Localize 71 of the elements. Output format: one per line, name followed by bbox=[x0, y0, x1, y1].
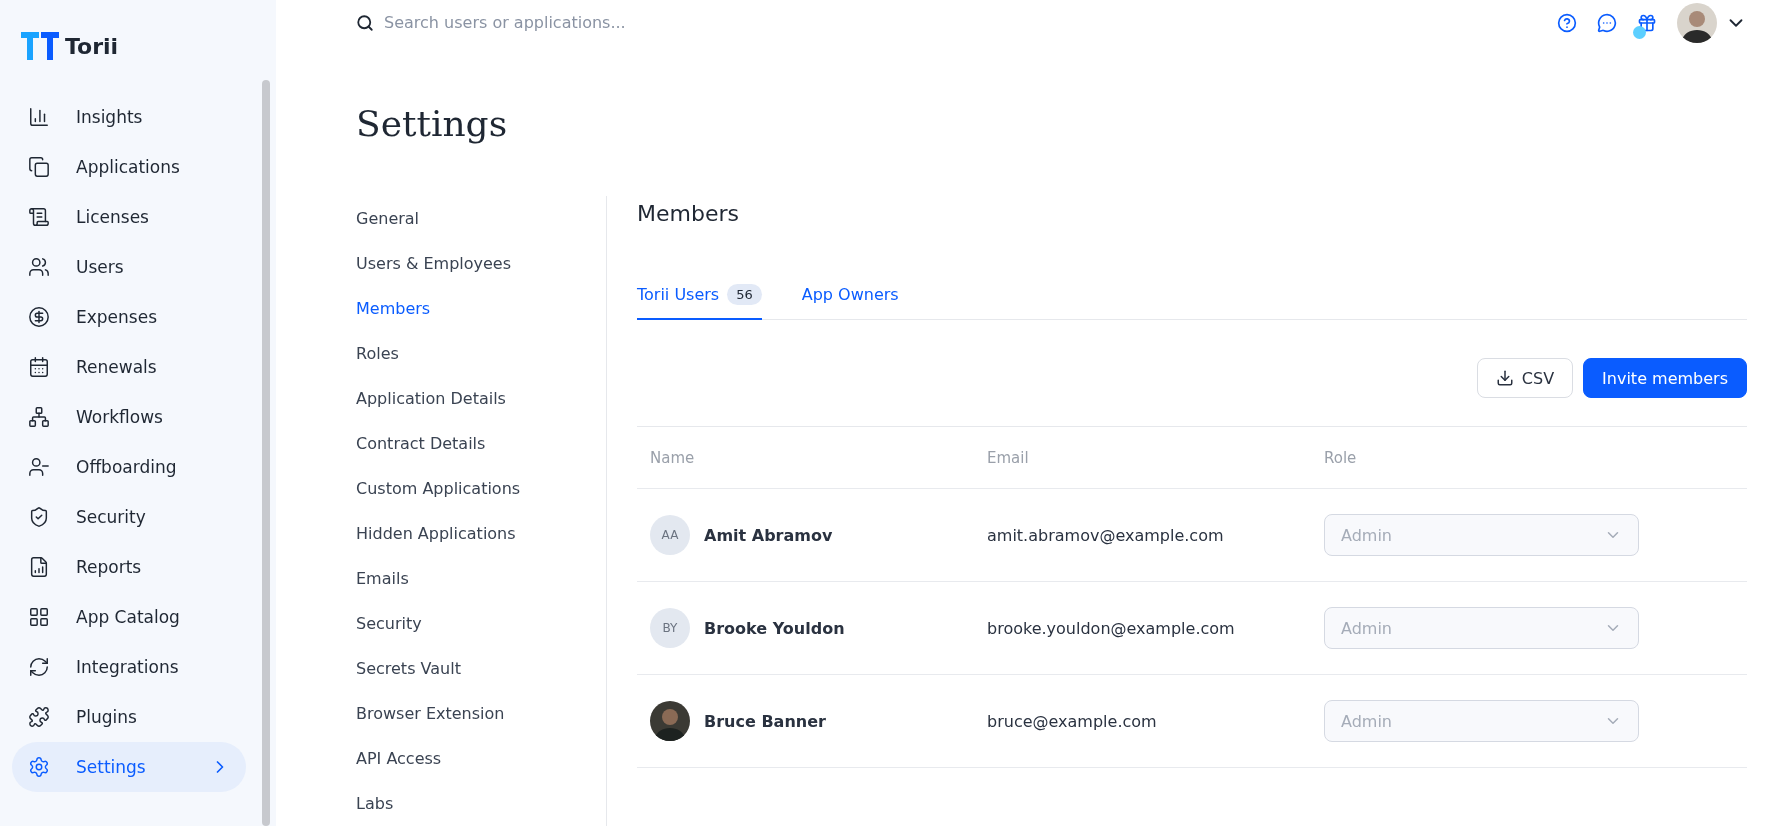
settings-nav-item[interactable]: Hidden Applications bbox=[356, 511, 606, 556]
calendar-icon bbox=[28, 356, 50, 378]
settings-nav-item[interactable]: Labs bbox=[356, 781, 606, 826]
search-field[interactable]: Search users or applications... bbox=[382, 12, 742, 33]
sidebar-item[interactable]: Expenses bbox=[12, 292, 246, 342]
settings-nav-item[interactable]: Emails bbox=[356, 556, 606, 601]
refresh-icon bbox=[28, 656, 50, 678]
sidebar-item[interactable]: Insights bbox=[12, 92, 246, 142]
network-icon bbox=[28, 406, 50, 428]
initials-avatar: BY bbox=[650, 608, 690, 648]
tab[interactable]: Torii Users 56 bbox=[637, 270, 762, 320]
sidebar-item[interactable]: Workflows bbox=[12, 392, 246, 442]
column-header: Role bbox=[1324, 448, 1358, 467]
page-title: Settings bbox=[356, 103, 509, 144]
scroll-icon bbox=[28, 206, 50, 228]
users-icon bbox=[28, 256, 50, 278]
sidebar-item[interactable]: App Catalog bbox=[12, 592, 246, 642]
settings-nav-item[interactable]: Members bbox=[356, 286, 606, 331]
column-header: Name bbox=[650, 448, 696, 467]
sidebar-item[interactable]: Integrations bbox=[12, 642, 246, 692]
settings-nav-item[interactable]: Roles bbox=[356, 331, 606, 376]
puzzle-icon bbox=[28, 706, 50, 728]
settings-nav-item[interactable]: Browser Extension bbox=[356, 691, 606, 736]
grid-icon bbox=[28, 606, 50, 628]
csv-button[interactable]: CSV bbox=[1476, 358, 1574, 398]
settings-icon bbox=[28, 756, 50, 778]
member-name: Bruce Banner bbox=[704, 711, 826, 731]
download-icon bbox=[1495, 369, 1514, 387]
search-icon bbox=[356, 13, 374, 32]
tab[interactable]: App Owners bbox=[801, 270, 899, 320]
scrollbar[interactable] bbox=[262, 80, 270, 826]
sidebar-item[interactable]: Offboarding bbox=[12, 442, 246, 492]
settings-nav-item[interactable]: Users & Employees bbox=[356, 241, 606, 286]
sidebar-item[interactable]: Renewals bbox=[12, 342, 246, 392]
sidebar-item[interactable]: Applications bbox=[12, 142, 246, 192]
settings-nav-item[interactable]: General bbox=[356, 196, 606, 241]
section-title: Members bbox=[637, 201, 740, 226]
member-name: Amit Abramov bbox=[704, 525, 833, 545]
shield-icon bbox=[28, 506, 50, 528]
sidebar-item[interactable]: Security bbox=[12, 492, 246, 542]
settings-nav-item[interactable]: API Access bbox=[356, 736, 606, 781]
invite-button[interactable]: Invite members bbox=[1583, 358, 1747, 398]
member-email: brooke.youldon@example.com bbox=[987, 618, 1236, 638]
sidebar-item[interactable]: Users bbox=[12, 242, 246, 292]
member-email: bruce@example.com bbox=[987, 711, 1158, 731]
sidebar-item[interactable]: Licenses bbox=[12, 192, 246, 242]
settings-nav-item[interactable]: Security bbox=[356, 601, 606, 646]
count-badge: 56 bbox=[727, 283, 762, 305]
gift-icon[interactable] bbox=[1637, 12, 1657, 33]
settings-nav-item[interactable]: Application Details bbox=[356, 376, 606, 421]
user-avatar[interactable] bbox=[1677, 2, 1717, 43]
sidebar-item[interactable]: Reports bbox=[12, 542, 246, 592]
bar-chart-icon bbox=[28, 106, 50, 128]
chat-icon[interactable] bbox=[1597, 12, 1617, 33]
sidebar-item[interactable]: Plugins bbox=[12, 692, 246, 742]
dollar-icon bbox=[28, 306, 50, 328]
member-name: Brooke Youldon bbox=[704, 618, 845, 638]
report-icon bbox=[28, 556, 50, 578]
copy-icon bbox=[28, 156, 50, 178]
sidebar-item[interactable]: Settings bbox=[12, 742, 246, 792]
help-icon[interactable] bbox=[1557, 12, 1577, 33]
settings-nav-item[interactable]: Secrets Vault bbox=[356, 646, 606, 691]
user-avatar bbox=[650, 701, 690, 741]
settings-nav-item[interactable]: Custom Applications bbox=[356, 466, 606, 511]
user-minus-icon bbox=[28, 456, 50, 478]
initials-avatar: AA bbox=[650, 515, 690, 555]
brand-name: Torii bbox=[65, 33, 119, 59]
member-email: amit.abramov@example.com bbox=[987, 525, 1225, 545]
logo-icon bbox=[21, 32, 59, 60]
settings-nav-item[interactable]: Contract Details bbox=[356, 421, 606, 466]
column-header: Email bbox=[987, 448, 1030, 467]
